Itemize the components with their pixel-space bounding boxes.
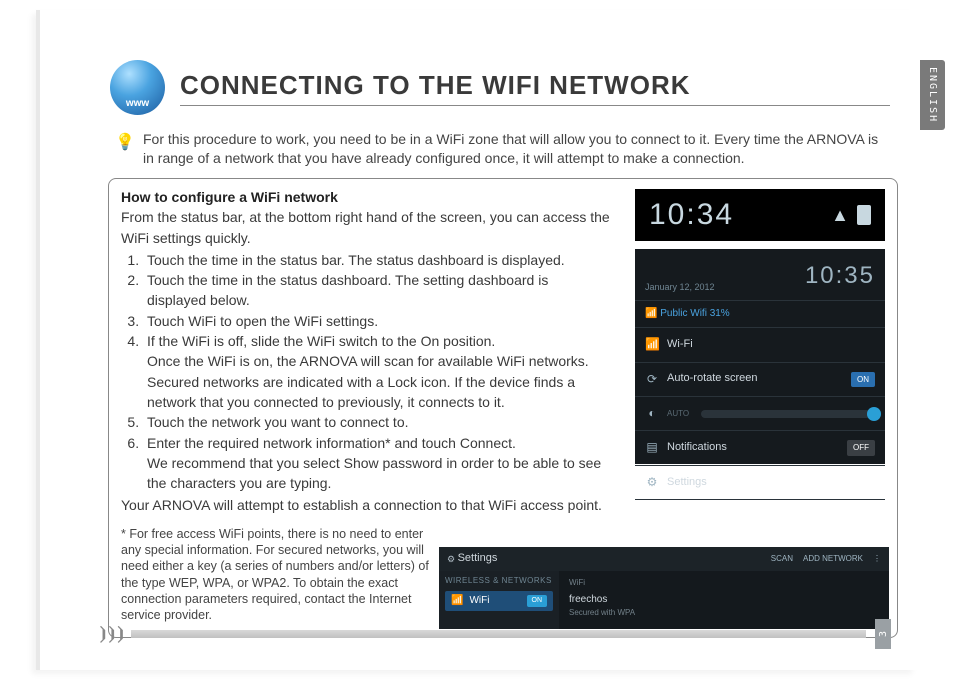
wifi-sidebar-item: 📶 WiFi ON — [445, 591, 553, 612]
toggle-on: ON — [851, 372, 875, 388]
config-closing: Your ARNOVA will attempt to establish a … — [121, 495, 611, 515]
network-item: freechos Secured with WPA — [569, 593, 879, 619]
row-settings: ⚙Settings — [635, 466, 885, 500]
language-tab: ENGLISH — [920, 60, 945, 130]
dashboard-date: January 12, 2012 — [645, 281, 715, 294]
config-lead: From the status bar, at the bottom right… — [121, 207, 611, 248]
row-notifications: ▤NotificationsOFF — [635, 431, 885, 465]
toggle-off: OFF — [847, 440, 875, 456]
lightbulb-icon: 💡 — [115, 130, 133, 168]
screenshot-dashboard: January 12, 2012 10:35 📶 Public Wifi 31%… — [635, 249, 885, 464]
row-brightness: ◐AUTO — [635, 397, 885, 431]
panel-label: WiFi — [569, 577, 879, 589]
step-6: Enter the required network information* … — [143, 433, 611, 494]
settings-icon: ⚙ — [645, 474, 659, 491]
brightness-icon: ◐ — [645, 405, 659, 422]
dashboard-time: 10:35 — [805, 259, 875, 294]
decor-stripes: ⦘⦘⦘ — [98, 624, 125, 645]
wifi-icon: ▲ — [831, 202, 849, 228]
step-2: Touch the time in the status dashboard. … — [143, 270, 611, 311]
battery-icon — [857, 205, 871, 225]
rotate-icon: ⟳ — [645, 371, 659, 388]
config-box: How to configure a WiFi network From the… — [108, 178, 898, 638]
page-title: CONNECTING TO THE WIFI NETWORK — [180, 70, 890, 106]
scan-label: SCAN — [771, 553, 793, 565]
public-wifi-row: 📶 Public Wifi 31% — [635, 301, 885, 329]
config-heading: How to configure a WiFi network — [121, 187, 611, 207]
step-1: Touch the time in the status bar. The st… — [143, 250, 611, 270]
row-wifi: 📶Wi-Fi — [635, 328, 885, 362]
settings-title: Settings — [458, 551, 498, 567]
notifications-icon: ▤ — [645, 439, 659, 456]
menu-icon: ⋮ — [873, 553, 881, 565]
footer-bar: ⦘⦘⦘ 3 — [98, 626, 898, 642]
screenshot-settings: ⚙ Settings SCAN ADD NETWORK ⋮ WIRELESS &… — [439, 547, 889, 629]
brightness-slider — [701, 410, 875, 418]
step-6a: We recommend that you select Show passwo… — [147, 453, 611, 494]
step-3: Touch WiFi to open the WiFi settings. — [143, 311, 611, 331]
wifi-icon: 📶 — [451, 594, 463, 609]
page-number: 3 — [875, 619, 891, 649]
intro-text: For this procedure to work, you need to … — [143, 130, 890, 168]
settings-icon: ⚙ — [447, 553, 455, 566]
add-network-label: ADD NETWORK — [803, 553, 863, 565]
statusbar-time: 10:34 — [649, 193, 734, 237]
screenshot-statusbar: 10:34 ▲ — [635, 189, 885, 241]
step-4b: Secured networks are indicated with a Lo… — [147, 372, 611, 413]
footnote: * For free access WiFi points, there is … — [121, 526, 431, 624]
globe-icon — [110, 60, 165, 115]
footer-line — [131, 630, 866, 638]
step-4a: Once the WiFi is on, the ARNOVA will sca… — [147, 351, 611, 371]
section-label: WIRELESS & NETWORKS — [445, 575, 553, 587]
step-4: If the WiFi is off, slide the WiFi switc… — [143, 331, 611, 412]
row-autorotate: ⟳Auto-rotate screenON — [635, 363, 885, 397]
wifi-toggle: ON — [527, 595, 548, 607]
step-5: Touch the network you want to connect to… — [143, 412, 611, 432]
wifi-icon: 📶 — [645, 336, 659, 353]
